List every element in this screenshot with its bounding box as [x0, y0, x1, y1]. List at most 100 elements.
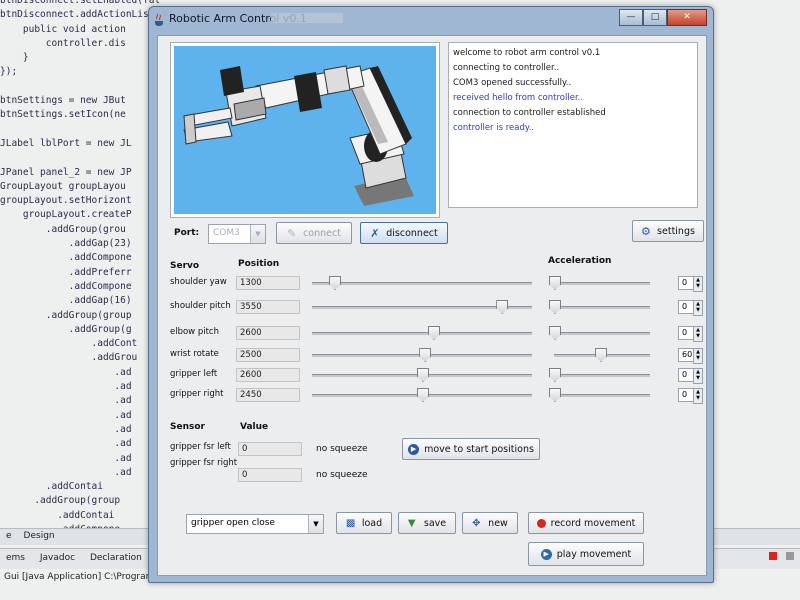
acceleration-spinner[interactable]: 0 ▲ ▼	[678, 388, 703, 404]
move-to-start-button[interactable]: ▶ move to start positions	[402, 438, 540, 460]
code-line[interactable]: .ad	[0, 466, 160, 480]
slider-thumb[interactable]	[417, 388, 429, 402]
code-line[interactable]: .addCompone	[0, 251, 160, 265]
code-line[interactable]: .addGrou	[0, 351, 160, 365]
code-line[interactable]: groupLayout.setHorizont	[0, 194, 160, 208]
position-slider[interactable]	[312, 326, 532, 340]
servo-position-field[interactable]: 3550	[236, 300, 300, 314]
editor-tab-source[interactable]: e	[0, 529, 18, 543]
sensor-value-field[interactable]: 0	[238, 468, 302, 482]
acceleration-slider[interactable]	[549, 388, 650, 402]
slider-thumb[interactable]	[496, 300, 509, 314]
minimize-button[interactable]: —	[619, 9, 643, 26]
code-line[interactable]: btnDisconnect.addActionListener(new Acti…	[0, 8, 160, 22]
code-line[interactable]: controller.dis	[0, 37, 160, 51]
code-line[interactable]: btnDisconnect.setEnabled(false);	[0, 0, 160, 8]
code-line[interactable]: .addPreferr	[0, 266, 160, 280]
spinner-arrows-icon[interactable]: ▲ ▼	[693, 388, 703, 404]
code-line[interactable]: JLabel lblPort = new JL	[0, 137, 160, 151]
load-button[interactable]: ▩ load	[336, 512, 392, 534]
acceleration-spinner[interactable]: 0 ▲ ▼	[678, 300, 703, 316]
acceleration-slider[interactable]	[549, 368, 650, 382]
code-line[interactable]: });	[0, 65, 160, 79]
slider-thumb[interactable]	[549, 326, 561, 340]
servo-position-field[interactable]: 2450	[236, 388, 300, 402]
acceleration-slider[interactable]	[554, 348, 650, 362]
code-line[interactable]: .addGroup(group	[0, 494, 160, 508]
code-line[interactable]: .addCont	[0, 337, 160, 351]
slider-thumb[interactable]	[549, 300, 561, 314]
slider-thumb[interactable]	[428, 326, 440, 340]
servo-position-field[interactable]: 1300	[236, 276, 300, 290]
code-line[interactable]	[0, 151, 160, 165]
sensor-value-field[interactable]: 0	[238, 442, 302, 456]
slider-thumb[interactable]	[419, 348, 432, 362]
code-line[interactable]: .addGap(16)	[0, 294, 160, 308]
new-button[interactable]: ✥ new	[462, 512, 518, 534]
acceleration-slider[interactable]	[549, 276, 650, 290]
acceleration-slider[interactable]	[549, 326, 650, 340]
remove-launch-icon[interactable]	[786, 552, 794, 560]
slider-thumb[interactable]	[549, 368, 561, 382]
acceleration-spinner[interactable]: 0 ▲ ▼	[678, 368, 703, 384]
code-line[interactable]: .ad	[0, 394, 160, 408]
code-line[interactable]: .addCompone	[0, 280, 160, 294]
view-tab-problems[interactable]: ems	[0, 549, 31, 567]
spinner-arrows-icon[interactable]: ▲ ▼	[693, 368, 703, 384]
slider-thumb[interactable]	[549, 276, 561, 290]
movement-select[interactable]: gripper open close ▼	[186, 514, 324, 534]
code-line[interactable]: .addGap(23)	[0, 237, 160, 251]
slider-thumb[interactable]	[417, 368, 429, 382]
play-movement-button[interactable]: ▶ play movement	[528, 542, 644, 566]
code-line[interactable]: .ad	[0, 452, 160, 466]
record-movement-button[interactable]: record movement	[528, 512, 644, 534]
position-slider[interactable]	[312, 348, 532, 362]
slider-thumb[interactable]	[549, 388, 561, 402]
code-line[interactable]	[0, 80, 160, 94]
slider-thumb[interactable]	[329, 276, 341, 290]
acceleration-spinner[interactable]: 60 ▲ ▼	[678, 348, 703, 364]
code-line[interactable]: .ad	[0, 437, 160, 451]
spinner-arrows-icon[interactable]: ▲ ▼	[693, 276, 703, 292]
code-line[interactable]: public void action	[0, 23, 160, 37]
maximize-button[interactable]: □	[643, 9, 667, 26]
settings-button[interactable]: ⚙ settings	[632, 220, 704, 242]
terminate-icon[interactable]	[768, 552, 777, 560]
code-line[interactable]: .ad	[0, 409, 160, 423]
close-button[interactable]: ✕	[667, 9, 707, 26]
editor-tab-design[interactable]: Design	[18, 529, 61, 543]
spinner-arrows-icon[interactable]: ▲ ▼	[693, 348, 703, 364]
position-slider[interactable]	[312, 368, 532, 382]
code-line[interactable]: .ad	[0, 423, 160, 437]
position-slider[interactable]	[312, 276, 532, 290]
position-slider[interactable]	[312, 388, 532, 402]
title-bar[interactable]: Robotic Arm Control v0.1 — □ ✕	[149, 7, 713, 33]
acceleration-slider[interactable]	[549, 300, 650, 314]
acceleration-spinner[interactable]: 0 ▲ ▼	[678, 326, 703, 342]
position-slider[interactable]	[312, 300, 532, 314]
code-line[interactable]: .addGroup(grou	[0, 223, 160, 237]
code-line[interactable]: GroupLayout groupLayou	[0, 180, 160, 194]
acceleration-spinner[interactable]: 0 ▲ ▼	[678, 276, 703, 292]
code-line[interactable]: btnSettings.setIcon(ne	[0, 108, 160, 122]
servo-position-field[interactable]: 2500	[236, 348, 300, 362]
view-tab-javadoc[interactable]: Javadoc	[34, 549, 81, 567]
slider-thumb[interactable]	[595, 348, 608, 362]
connect-button[interactable]: ✎ connect	[276, 222, 352, 244]
code-line[interactable]: .ad	[0, 380, 160, 394]
code-line[interactable]: .ad	[0, 366, 160, 380]
servo-position-field[interactable]: 2600	[236, 368, 300, 382]
code-line[interactable]: .addGroup(g	[0, 323, 160, 337]
spinner-arrows-icon[interactable]: ▲ ▼	[693, 326, 703, 342]
code-line[interactable]: JPanel panel_2 = new JP	[0, 166, 160, 180]
code-line[interactable]: .addContai	[0, 509, 160, 523]
view-tab-declaration[interactable]: Declaration	[84, 549, 148, 567]
code-line[interactable]: }	[0, 51, 160, 65]
disconnect-button[interactable]: ✗ disconnect	[360, 222, 448, 244]
spinner-arrows-icon[interactable]: ▲ ▼	[693, 300, 703, 316]
code-line[interactable]: groupLayout.createP	[0, 208, 160, 222]
save-button[interactable]: ▼ save	[398, 512, 456, 534]
code-line[interactable]: .addGroup(group	[0, 309, 160, 323]
code-line[interactable]: btnSettings = new JBut	[0, 94, 160, 108]
code-line[interactable]	[0, 123, 160, 137]
